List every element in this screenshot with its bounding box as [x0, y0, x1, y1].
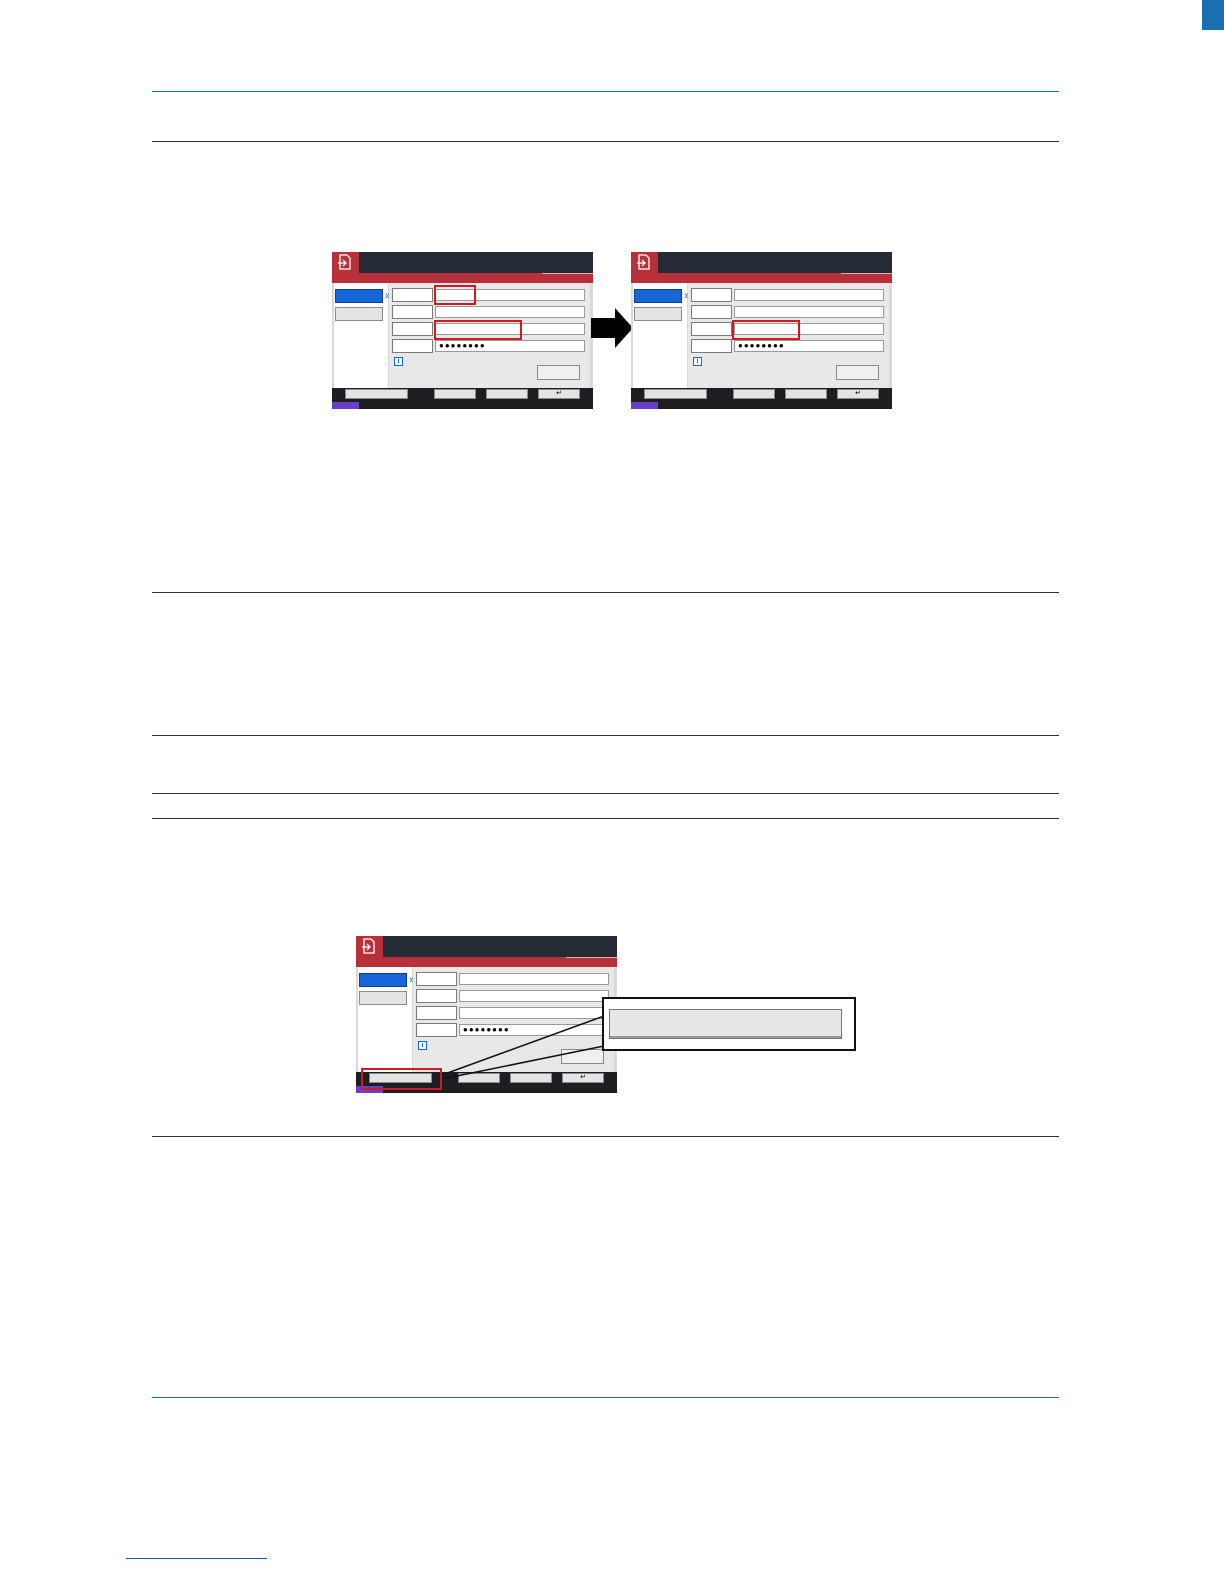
section-rule-top: [152, 141, 1059, 142]
side-tab[interactable]: [359, 991, 407, 1005]
field-label-button-1[interactable]: [691, 288, 732, 302]
footer-button-3[interactable]: [785, 389, 827, 399]
field-label-button-4[interactable]: [392, 339, 433, 353]
footer-link-underline[interactable]: [126, 1558, 267, 1559]
password-field[interactable]: ●●●●●●●●: [435, 340, 585, 352]
field-value-1[interactable]: [734, 289, 884, 301]
chapter-tab: [1202, 0, 1224, 30]
field-value-2[interactable]: [734, 306, 884, 318]
password-field[interactable]: ●●●●●●●●: [459, 1024, 609, 1036]
field-label-button-2[interactable]: [691, 305, 732, 319]
table-rule-middle: [152, 793, 1059, 794]
panel-title-bar: [631, 252, 892, 273]
document-arrow-icon: [338, 254, 351, 270]
table-rule-bottom: [152, 818, 1059, 819]
panel-logo: [356, 936, 383, 957]
enter-button[interactable]: ↵: [837, 389, 879, 399]
section-rule: [152, 592, 1059, 593]
callout-zoomed-button[interactable]: [609, 1009, 842, 1039]
footer-button-1[interactable]: [644, 389, 707, 399]
callout-leader: [441, 1015, 605, 1080]
panel-title-bar: [356, 936, 617, 957]
panel-subtitle-bar: [631, 273, 892, 283]
field-label-button-3[interactable]: [416, 1006, 457, 1020]
password-field[interactable]: ●●●●●●●●: [734, 340, 884, 352]
panel-action-button[interactable]: [561, 1049, 604, 1064]
highlight-box: [361, 1068, 442, 1090]
document-arrow-icon: [637, 254, 650, 270]
side-tab[interactable]: [634, 307, 682, 321]
panel-subtitle-line: [841, 273, 892, 274]
side-tab-active[interactable]: [634, 289, 682, 303]
footer-button-2[interactable]: [458, 1073, 500, 1083]
panel-subtitle-line: [542, 273, 593, 274]
field-label-button-4[interactable]: [691, 339, 732, 353]
panel-status-indicator: [631, 402, 658, 409]
field-label-button-4[interactable]: [416, 1023, 457, 1037]
footer-rule: [152, 1397, 1059, 1398]
field-label-button-2[interactable]: [416, 989, 457, 1003]
info-icon[interactable]: i: [418, 1041, 427, 1050]
table-rule-top: [152, 735, 1059, 736]
highlight-box: [732, 320, 800, 340]
footer-button-2[interactable]: [434, 389, 476, 399]
field-label-button-3[interactable]: [691, 322, 732, 336]
highlight-box: [434, 320, 522, 340]
field-label-button-2[interactable]: [392, 305, 433, 319]
arrow-right-icon: [591, 308, 633, 348]
panel-logo: [332, 252, 359, 273]
footer-button-3[interactable]: [486, 389, 528, 399]
footer-button-2[interactable]: [733, 389, 775, 399]
panel-subtitle-bar: [356, 957, 617, 967]
panel-action-button[interactable]: [836, 365, 879, 380]
footer-button-3[interactable]: [510, 1073, 552, 1083]
enter-button[interactable]: ↵: [562, 1073, 604, 1083]
panel-logo: [631, 252, 658, 273]
header-rule: [152, 91, 1059, 92]
field-value-2[interactable]: [459, 990, 609, 1002]
panel-title-bar: [332, 252, 593, 273]
field-label-button-1[interactable]: [392, 288, 433, 302]
side-tab-active[interactable]: [335, 289, 383, 303]
enter-button[interactable]: ↵: [538, 389, 580, 399]
document-arrow-icon: [362, 938, 375, 954]
field-value-3[interactable]: [459, 1007, 609, 1019]
panel-subtitle-line: [566, 957, 617, 958]
field-label-button-1[interactable]: [416, 972, 457, 986]
info-icon[interactable]: i: [693, 357, 702, 366]
field-label-button-3[interactable]: [392, 322, 433, 336]
panel-subtitle-bar: [332, 273, 593, 283]
field-value-2[interactable]: [435, 306, 585, 318]
info-icon[interactable]: i: [394, 357, 403, 366]
panel-action-button[interactable]: [537, 365, 580, 380]
field-value-1[interactable]: [459, 973, 609, 985]
side-tab[interactable]: [335, 307, 383, 321]
panel-status-indicator: [332, 402, 359, 409]
section-rule-bottom: [152, 1136, 1059, 1137]
footer-button-1[interactable]: [345, 389, 408, 399]
side-tab-active[interactable]: [359, 973, 407, 987]
highlight-box: [434, 285, 476, 305]
